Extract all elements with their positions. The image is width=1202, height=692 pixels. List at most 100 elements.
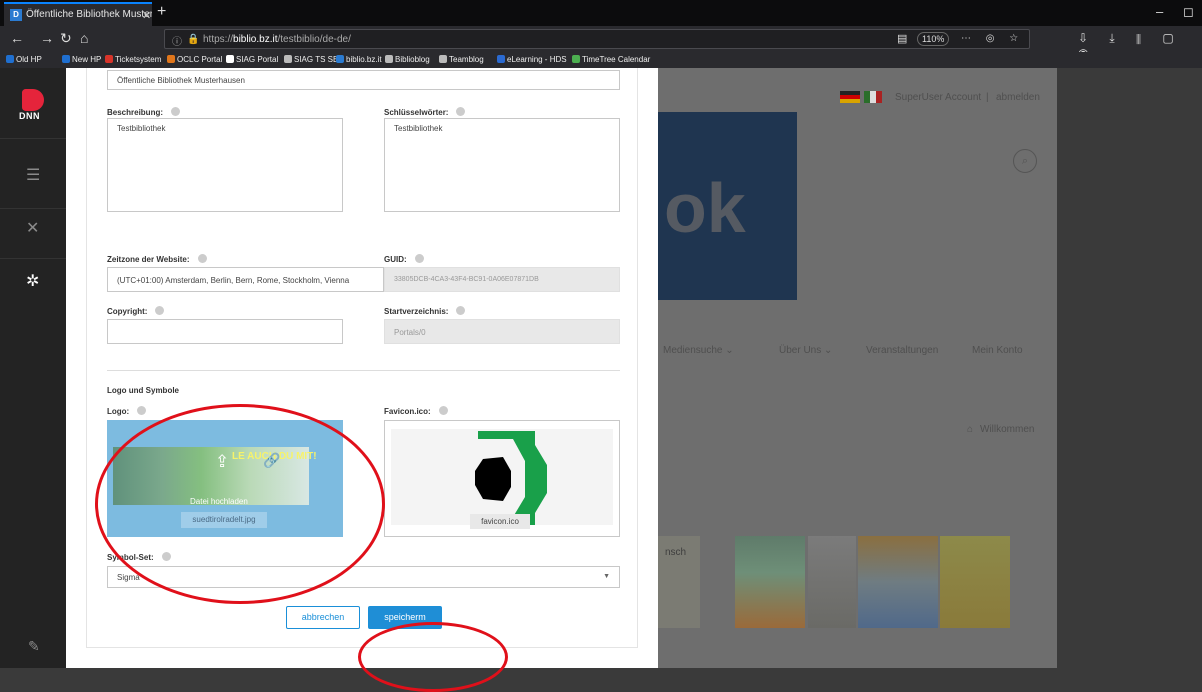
bookmark-teamblog[interactable]: Teamblog (439, 55, 484, 64)
logo-label: Logo: (107, 406, 147, 416)
keywords-label-text: Schlüsselwörter: (384, 108, 449, 117)
lock-icon: 🔒 (187, 34, 200, 45)
bookmark-icon (284, 55, 292, 63)
bookmark-icon (336, 55, 344, 63)
restore-icon[interactable]: ◻ (1183, 4, 1194, 20)
bookmark-biblio[interactable]: biblio.bz.it (336, 55, 382, 64)
logo-label-text: Logo: (107, 407, 130, 416)
close-tab-icon[interactable]: ✕ (142, 9, 151, 22)
zoom-level[interactable]: 110% (917, 32, 950, 46)
timezone-label: Zeitzone der Website: (107, 254, 207, 264)
save-button[interactable]: speicherm (368, 606, 442, 629)
tools-icon[interactable]: ✕ (26, 218, 39, 238)
info-icon[interactable] (137, 406, 147, 415)
bookmark-siag-portal[interactable]: SIAG Portal (226, 55, 278, 64)
timezone-select[interactable]: (UTC+01:00) Amsterdam, Berlin, Bern, Rom… (107, 267, 384, 292)
upload-text[interactable]: Datei hochladen (190, 497, 248, 506)
book-cover[interactable] (735, 536, 805, 628)
back-icon[interactable]: ← (10, 30, 24, 46)
account-link[interactable]: SuperUser Account (895, 92, 981, 103)
bookmark-label: Ticketsystem (115, 55, 162, 64)
nav-veranstaltungen[interactable]: Veranstaltungen (866, 345, 938, 356)
home-icon[interactable]: ⌂ (80, 30, 88, 46)
copyright-input[interactable] (107, 319, 343, 344)
bookmark-ticketsystem[interactable]: Ticketsystem (105, 55, 161, 64)
bookmark-siag-ts[interactable]: SIAG TS SB (284, 55, 338, 64)
iconset-value: Sigma (117, 573, 140, 582)
logo-filename: suedtirolradelt.jpg (181, 512, 267, 528)
german-flag-icon[interactable] (840, 91, 860, 103)
welcome-breadcrumb[interactable]: Willkommen (980, 424, 1034, 435)
bookmark-label: biblio.bz.it (346, 55, 382, 64)
browser-nav-bar: ← → ↻ ⌂ ⓘ 🔒 https://biblio.bz.it/testbib… (0, 26, 1202, 60)
book-cover[interactable] (940, 536, 1010, 628)
bookmark-icon (572, 55, 580, 63)
nav-mein-konto[interactable]: Mein Konto (972, 345, 1023, 356)
book-cover[interactable] (858, 536, 938, 628)
info-icon[interactable] (456, 107, 466, 116)
info-icon[interactable] (438, 406, 448, 415)
info-icon[interactable] (155, 306, 165, 315)
keywords-textarea[interactable]: Testbibliothek (384, 118, 620, 212)
forward-icon[interactable]: → (40, 30, 54, 46)
book-cover[interactable] (808, 536, 856, 628)
info-icon[interactable]: ⓘ (172, 33, 182, 48)
italian-flag-icon[interactable] (864, 91, 882, 103)
link-icon[interactable]: 🔗 (263, 452, 280, 469)
info-icon[interactable] (414, 254, 424, 263)
browser-tab[interactable]: D Öffentliche Bibliothek Musterh ✕ (4, 2, 152, 26)
bookmark-elearning[interactable]: eLearning - HDS (497, 55, 567, 64)
bookmark-icon (62, 55, 70, 63)
copyright-label-text: Copyright: (107, 307, 148, 316)
bookmark-oclc[interactable]: OCLC Portal (167, 55, 222, 64)
reload-icon[interactable]: ↻ (60, 30, 72, 47)
bookmark-label: OCLC Portal (177, 55, 223, 64)
info-icon[interactable] (171, 107, 181, 116)
guid-label-text: GUID: (384, 255, 407, 264)
favicon-label-text: Favicon.ico: (384, 407, 431, 416)
bookmark-label: Teamblog (449, 55, 484, 64)
description-textarea[interactable]: Testbibliothek (107, 118, 343, 212)
info-icon[interactable] (456, 306, 466, 315)
bookmark-timetree[interactable]: TimeTree Calendar (572, 55, 650, 64)
reader-view-icon[interactable]: ▤ (897, 32, 907, 45)
nav-ueber-uns[interactable]: Über Uns ⌄ (779, 345, 832, 356)
nav-mediensuche[interactable]: Mediensuche ⌄ (663, 345, 734, 356)
url-prefix: https:// (203, 34, 234, 45)
url-host: biblio.bz.it (233, 34, 278, 45)
bookmark-label: SIAG Portal (236, 55, 279, 64)
dnn-logo-icon[interactable] (22, 89, 44, 111)
section-divider (107, 370, 620, 371)
favicon-label: Favicon.ico: (384, 406, 448, 416)
bookmark-new-hp[interactable]: New HP (62, 55, 101, 64)
cancel-button[interactable]: abbrechen (286, 606, 360, 629)
chevron-down-icon[interactable]: ▼ (603, 573, 610, 580)
bookmark-label: SIAG TS SB (294, 55, 339, 64)
bookmark-label: New HP (72, 55, 102, 64)
account-separator: | (986, 92, 989, 103)
iconset-select[interactable]: Sigma ▼ (107, 566, 620, 588)
url-bar[interactable]: ⓘ 🔒 https://biblio.bz.it/testbiblio/de-d… (164, 29, 1030, 49)
bookmark-label: Biblioblog (395, 55, 430, 64)
bookmark-biblioblog[interactable]: Biblioblog (385, 55, 430, 64)
content-icon[interactable]: ☰ (26, 165, 40, 185)
iconset-label-text: Symbol-Set: (107, 553, 154, 562)
home-directory-label-text: Startverzeichnis: (384, 307, 449, 316)
info-icon[interactable] (197, 254, 207, 263)
new-tab-icon[interactable]: + (157, 3, 166, 21)
info-icon[interactable] (161, 552, 171, 561)
bookmark-icon (497, 55, 505, 63)
description-label-text: Beschreibung: (107, 108, 164, 117)
upload-icon[interactable]: ⇪ (215, 452, 229, 472)
minimize-icon[interactable]: – (1156, 4, 1163, 19)
edit-pencil-icon[interactable]: ✎ (28, 638, 40, 655)
settings-gear-icon[interactable]: ✲ (26, 271, 39, 291)
page-actions-icon[interactable]: ⋯ ◎ ☆ (961, 33, 1024, 44)
url-path: /testbiblio/de-de/ (277, 34, 351, 45)
logout-link[interactable]: abmelden (996, 92, 1040, 103)
keywords-label: Schlüsselwörter: (384, 107, 466, 117)
sidebar-divider (0, 138, 66, 139)
search-icon[interactable]: ⌕ (1013, 149, 1037, 173)
bookmark-old-hp[interactable]: Old HP (6, 55, 42, 64)
site-title-input[interactable]: Öffentliche Bibliothek Musterhausen (107, 70, 620, 90)
